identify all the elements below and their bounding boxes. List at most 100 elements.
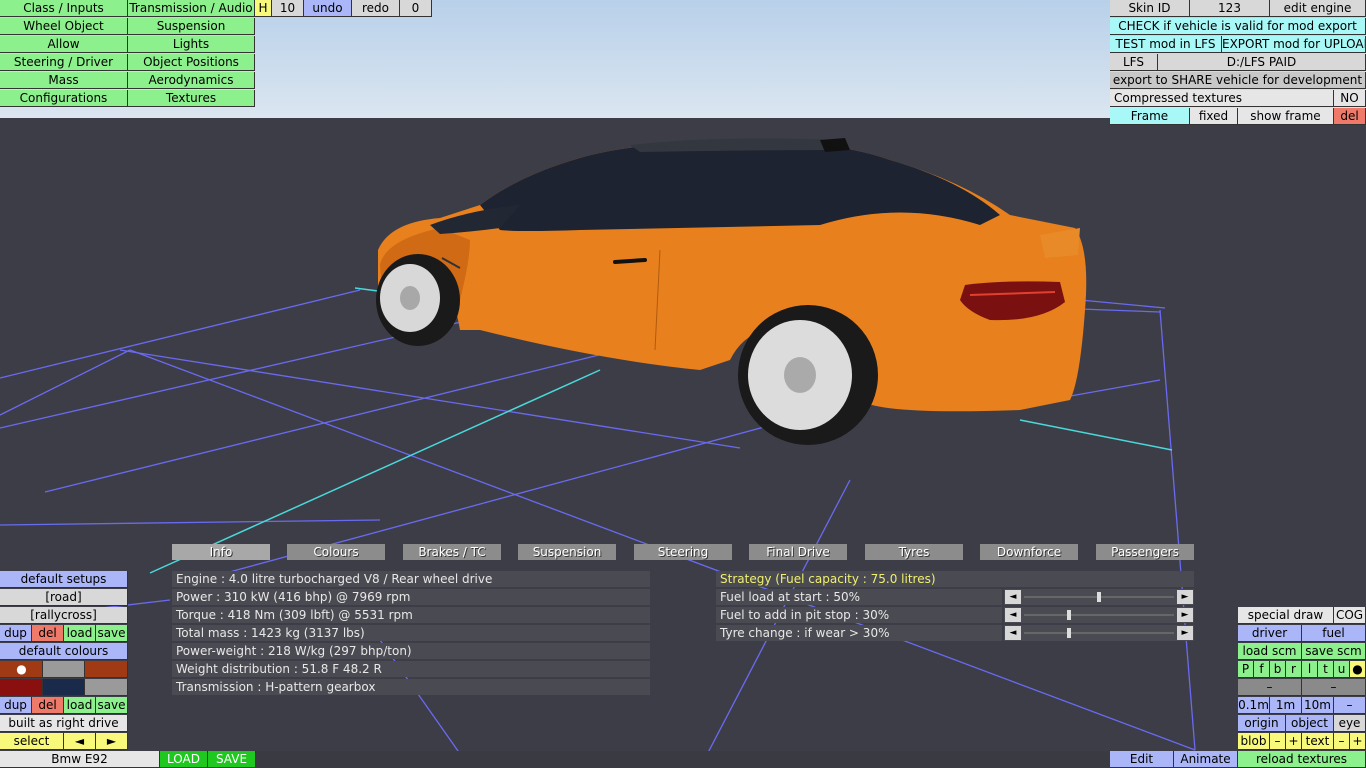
- colour-swatch[interactable]: [0, 679, 43, 696]
- setup-road[interactable]: [road]: [0, 589, 128, 606]
- slider-knob[interactable]: [1097, 592, 1101, 602]
- driver-button[interactable]: driver: [1238, 625, 1302, 642]
- slider-knob[interactable]: [1067, 610, 1071, 620]
- object-button[interactable]: object: [1286, 715, 1334, 732]
- fuel-button[interactable]: fuel: [1302, 625, 1366, 642]
- text-plus-button[interactable]: +: [1350, 733, 1366, 750]
- colour-dup-button[interactable]: dup: [0, 697, 32, 714]
- menu-allow[interactable]: Allow: [0, 36, 128, 53]
- flag-u[interactable]: u: [1334, 661, 1350, 678]
- menu-suspension[interactable]: Suspension: [128, 18, 255, 35]
- pit-fuel-slider[interactable]: ◄ ►: [1004, 607, 1194, 623]
- tab-passengers[interactable]: Passengers: [1096, 544, 1194, 560]
- flag-l[interactable]: l: [1302, 661, 1318, 678]
- edit-engine-button[interactable]: edit engine: [1270, 0, 1366, 17]
- colour-swatch[interactable]: [43, 679, 85, 696]
- setup-load-button[interactable]: load: [64, 625, 96, 642]
- h-button[interactable]: H: [255, 0, 272, 17]
- edit-mode-button[interactable]: Edit: [1110, 751, 1174, 768]
- tab-steering[interactable]: Steering: [634, 544, 732, 560]
- blob-button[interactable]: blob: [1238, 733, 1270, 750]
- default-setups-button[interactable]: default setups: [0, 571, 128, 588]
- menu-class-inputs[interactable]: Class / Inputs: [0, 0, 128, 17]
- slider-left-arrow[interactable]: ◄: [1005, 608, 1021, 622]
- tab-brakes-tc[interactable]: Brakes / TC: [403, 544, 501, 560]
- select-next-icon[interactable]: ►: [96, 733, 128, 750]
- load-scm-button[interactable]: load scm: [1238, 643, 1302, 660]
- special-draw-button[interactable]: special draw: [1238, 607, 1334, 624]
- blob-plus-button[interactable]: +: [1286, 733, 1302, 750]
- tab-tyres[interactable]: Tyres: [865, 544, 963, 560]
- check-valid-button[interactable]: CHECK if vehicle is valid for mod export: [1110, 18, 1366, 35]
- blob-minus-button[interactable]: –: [1270, 733, 1286, 750]
- tab-final-drive[interactable]: Final Drive: [749, 544, 847, 560]
- export-mod-button[interactable]: EXPORT mod for UPLOAD: [1222, 36, 1366, 53]
- slider-right-arrow[interactable]: ►: [1177, 608, 1193, 622]
- undo-button[interactable]: undo: [304, 0, 352, 17]
- default-colours-button[interactable]: default colours: [0, 643, 128, 660]
- tab-suspension[interactable]: Suspension: [518, 544, 616, 560]
- car-model[interactable]: [378, 138, 1087, 412]
- select-prev-icon[interactable]: ◄: [64, 733, 96, 750]
- h-value[interactable]: 10: [272, 0, 304, 17]
- flag-t[interactable]: t: [1318, 661, 1334, 678]
- text-minus-button[interactable]: –: [1334, 733, 1350, 750]
- colour-swatch[interactable]: [85, 679, 128, 696]
- fixed-button[interactable]: fixed: [1190, 108, 1238, 125]
- menu-configurations[interactable]: Configurations: [0, 90, 128, 107]
- del-frame-button[interactable]: del: [1334, 108, 1366, 125]
- select-button[interactable]: select: [0, 733, 64, 750]
- scale-minus-button[interactable]: –: [1334, 697, 1366, 714]
- scale-10m-button[interactable]: 10m: [1302, 697, 1334, 714]
- show-frame-button[interactable]: show frame: [1238, 108, 1334, 125]
- colour-del-button[interactable]: del: [32, 697, 64, 714]
- flag-f[interactable]: f: [1254, 661, 1270, 678]
- reload-textures-button[interactable]: reload textures: [1238, 751, 1366, 768]
- colour-swatch[interactable]: [85, 661, 128, 678]
- text-button[interactable]: text: [1302, 733, 1334, 750]
- tab-downforce[interactable]: Downforce: [980, 544, 1078, 560]
- slider-right-arrow[interactable]: ►: [1177, 590, 1193, 604]
- export-share-button[interactable]: export to SHARE vehicle for development: [1110, 72, 1366, 89]
- setup-dup-button[interactable]: dup: [0, 625, 32, 642]
- flag-r[interactable]: r: [1286, 661, 1302, 678]
- flag-p[interactable]: P: [1238, 661, 1254, 678]
- menu-textures[interactable]: Textures: [128, 90, 255, 107]
- scale-1m-button[interactable]: 1m: [1270, 697, 1302, 714]
- menu-steering-driver[interactable]: Steering / Driver: [0, 54, 128, 71]
- animate-mode-button[interactable]: Animate: [1174, 751, 1238, 768]
- slider-knob[interactable]: [1067, 628, 1071, 638]
- menu-transmission-audio[interactable]: Transmission / Audio: [128, 0, 255, 17]
- lfs-path[interactable]: D:/LFS PAID: [1158, 54, 1366, 71]
- slider-left-arrow[interactable]: ◄: [1005, 626, 1021, 640]
- setup-save-button[interactable]: save: [96, 625, 128, 642]
- colour-swatch[interactable]: [43, 661, 85, 678]
- scale-01m-button[interactable]: 0.1m: [1238, 697, 1270, 714]
- tab-colours[interactable]: Colours: [287, 544, 385, 560]
- frame-button[interactable]: Frame: [1110, 108, 1190, 125]
- test-mod-button[interactable]: TEST mod in LFS: [1110, 36, 1222, 53]
- tab-info[interactable]: Info: [172, 544, 270, 560]
- menu-lights[interactable]: Lights: [128, 36, 255, 53]
- setup-rallycross[interactable]: [rallycross]: [0, 607, 128, 624]
- tyre-change-slider[interactable]: ◄ ►: [1004, 625, 1194, 641]
- built-as-right-drive-button[interactable]: built as right drive: [0, 715, 128, 732]
- slider-right-arrow[interactable]: ►: [1177, 626, 1193, 640]
- fuel-start-slider[interactable]: ◄ ►: [1004, 589, 1194, 605]
- minus-button[interactable]: –: [1302, 679, 1366, 696]
- compressed-textures-toggle[interactable]: NO: [1334, 90, 1366, 107]
- flag-b[interactable]: b: [1270, 661, 1286, 678]
- origin-button[interactable]: origin: [1238, 715, 1286, 732]
- eye-button[interactable]: eye: [1334, 715, 1366, 732]
- setup-del-button[interactable]: del: [32, 625, 64, 642]
- save-scm-button[interactable]: save scm: [1302, 643, 1366, 660]
- colour-save-button[interactable]: save: [96, 697, 128, 714]
- colour-load-button[interactable]: load: [64, 697, 96, 714]
- menu-mass[interactable]: Mass: [0, 72, 128, 89]
- redo-button[interactable]: redo: [352, 0, 400, 17]
- cog-button[interactable]: COG: [1334, 607, 1366, 624]
- flag-dot-icon[interactable]: ●: [1350, 661, 1366, 678]
- load-button[interactable]: LOAD: [160, 751, 208, 768]
- menu-object-positions[interactable]: Object Positions: [128, 54, 255, 71]
- slider-left-arrow[interactable]: ◄: [1005, 590, 1021, 604]
